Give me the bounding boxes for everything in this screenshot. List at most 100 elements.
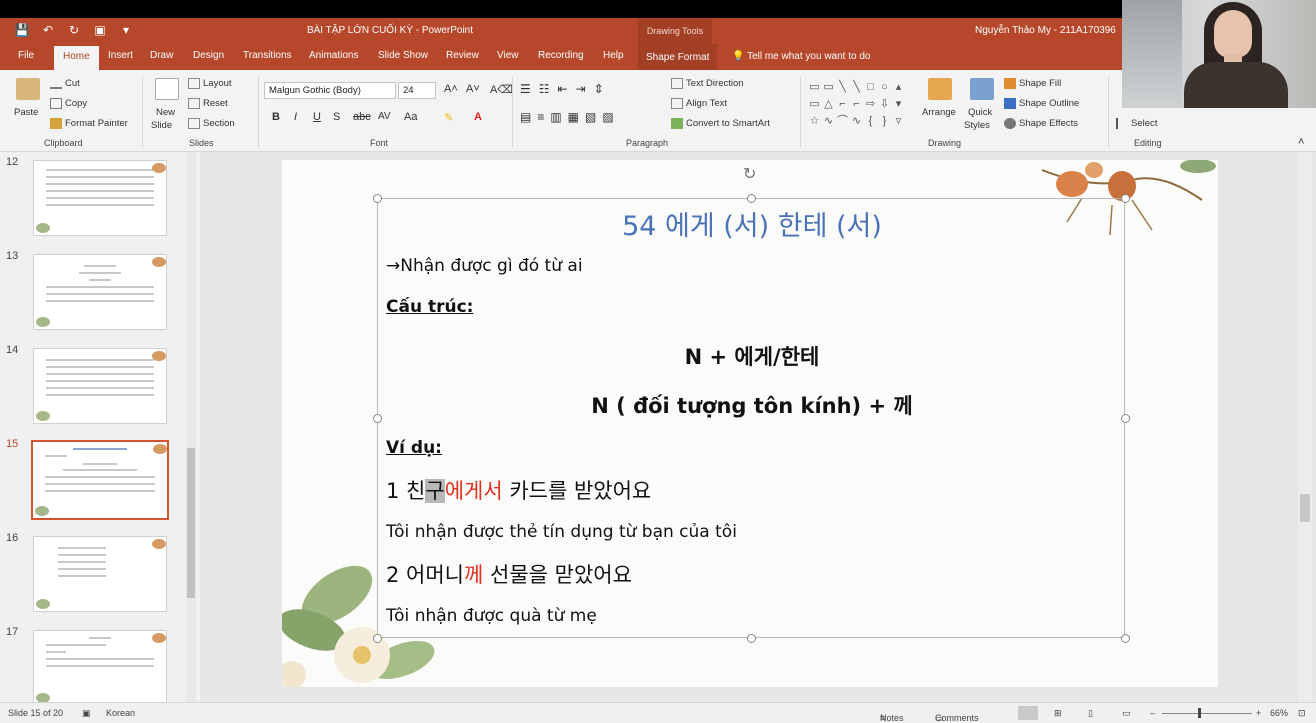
resize-handle[interactable] <box>1121 194 1130 203</box>
reading-view-icon[interactable]: ▯ <box>1088 708 1093 719</box>
resize-handle[interactable] <box>1121 634 1130 643</box>
change-case-icon[interactable]: Aa <box>404 111 417 123</box>
quick-styles-icon[interactable] <box>970 78 994 100</box>
paste-button[interactable]: Paste <box>14 107 38 118</box>
scrollbar-handle[interactable] <box>1300 494 1310 522</box>
tab-animations[interactable]: Animations <box>309 50 358 61</box>
slide-thumbnail-15[interactable] <box>31 440 169 520</box>
slide-thumbnail-14[interactable] <box>33 348 167 424</box>
proofing-icon[interactable]: ▣ <box>82 708 91 719</box>
slide-thumbnail-17[interactable] <box>33 630 167 706</box>
brace-icon[interactable]: } <box>878 113 891 129</box>
increase-font-icon[interactable]: A˄ <box>444 83 458 95</box>
arrow-icon[interactable]: ⇩ <box>878 96 891 112</box>
thumbnail-scrollbar[interactable] <box>186 152 196 702</box>
more-icon[interactable]: ▴ <box>892 79 905 95</box>
fit-to-window-icon[interactable]: ⊡ <box>1298 708 1306 719</box>
tab-review[interactable]: Review <box>446 50 479 61</box>
resize-handle[interactable] <box>373 194 382 203</box>
tab-insert[interactable]: Insert <box>108 50 133 61</box>
rectangle-icon[interactable]: □ <box>864 79 877 95</box>
tab-file[interactable]: File <box>18 50 34 61</box>
alignment-buttons-icon[interactable]: ▤≡▥▦▧▨ <box>520 110 620 124</box>
reset-button[interactable]: Reset <box>188 98 228 109</box>
new-slide-icon[interactable] <box>155 78 179 100</box>
rectangle-icon[interactable]: ▭ <box>808 96 821 112</box>
rectangle-icon[interactable]: ▭ <box>808 79 821 95</box>
star-icon[interactable]: ☆ <box>808 113 821 129</box>
shape-fill-button[interactable]: Shape Fill <box>1004 78 1061 89</box>
zoom-out-icon[interactable]: – <box>1150 708 1155 718</box>
line-icon[interactable]: ╲ <box>850 79 863 95</box>
expand-icon[interactable]: ▿ <box>892 113 905 129</box>
bold-icon[interactable]: B <box>272 111 280 123</box>
zoom-slider[interactable] <box>1162 713 1252 714</box>
list-buttons-icon[interactable]: ☰☷⇤⇥⇕ <box>520 82 612 96</box>
slide-sorter-icon[interactable]: ⊞ <box>1054 708 1062 719</box>
tab-transitions[interactable]: Transitions <box>243 50 292 61</box>
slideshow-view-icon[interactable]: ▭ <box>1122 708 1131 719</box>
copy-button[interactable]: Copy <box>50 98 87 109</box>
slide-thumbnail-16[interactable] <box>33 536 167 612</box>
scrollbar-handle[interactable] <box>187 448 195 598</box>
content-textbox[interactable]: ↻ 54 에게 (서) 한테 (서) →Nhận được gì đó từ a… <box>373 166 1130 643</box>
slide-scrollbar[interactable] <box>1298 152 1312 702</box>
slide-thumbnail-13[interactable] <box>33 254 167 330</box>
new-slide-label[interactable]: New <box>156 107 175 118</box>
layout-button[interactable]: Layout <box>188 78 232 89</box>
zoom-slider-thumb[interactable] <box>1198 708 1201 718</box>
zoom-level[interactable]: 66% <box>1270 708 1288 718</box>
paste-icon[interactable] <box>16 78 40 100</box>
tab-recording[interactable]: Recording <box>538 50 584 61</box>
tab-draw[interactable]: Draw <box>150 50 173 61</box>
user-name[interactable]: Nguyễn Thảo My - 211A170396 <box>975 25 1116 36</box>
connector-icon[interactable]: ⌐ <box>850 96 863 112</box>
curve-icon[interactable]: ⌒ <box>836 113 849 129</box>
circle-icon[interactable]: ○ <box>878 79 891 95</box>
shape-outline-button[interactable]: Shape Outline <box>1004 98 1079 109</box>
slide-thumbnail-12[interactable] <box>33 160 167 236</box>
new-slide-label-2[interactable]: Slide <box>151 120 172 131</box>
curve-icon[interactable]: ∿ <box>850 113 863 129</box>
resize-handle[interactable] <box>747 194 756 203</box>
tab-help[interactable]: Help <box>603 50 624 61</box>
text-direction-button[interactable]: Text Direction <box>671 78 744 89</box>
shape-effects-button[interactable]: Shape Effects <box>1004 118 1078 129</box>
char-spacing-icon[interactable]: AV <box>378 111 391 122</box>
normal-view-icon[interactable] <box>1018 706 1038 720</box>
rotate-handle-icon[interactable]: ↻ <box>743 164 756 184</box>
quick-styles-label[interactable]: Quick <box>968 107 992 118</box>
font-size-dropdown[interactable]: 24 <box>398 82 436 99</box>
language-indicator[interactable]: Korean <box>106 708 135 718</box>
strikethrough-icon[interactable]: abc <box>353 111 371 123</box>
rectangle-icon[interactable]: ▭ <box>822 79 835 95</box>
section-button[interactable]: Section <box>188 118 235 129</box>
tab-home[interactable]: Home <box>54 46 99 70</box>
tab-shape-format[interactable]: Shape Format <box>638 44 718 70</box>
arrange-icon[interactable] <box>928 78 952 100</box>
slide-canvas[interactable]: ↻ 54 에게 (서) 한테 (서) →Nhận được gì đó từ a… <box>282 160 1218 687</box>
font-color-icon[interactable]: A <box>474 111 482 123</box>
shapes-gallery[interactable]: ▭ ▭ ╲ ╲ □ ○ ▴ ▭ △ ⌐ ⌐ ⇨ ⇩ ▾ ☆ ∿ ⌒ ∿{} ▿ <box>808 79 908 131</box>
tab-slide-show[interactable]: Slide Show <box>378 50 428 61</box>
triangle-icon[interactable]: △ <box>822 96 835 112</box>
brace-icon[interactable]: { <box>864 113 877 129</box>
tab-design[interactable]: Design <box>193 50 224 61</box>
quick-styles-label-2[interactable]: Styles <box>964 120 990 131</box>
shadow-icon[interactable]: S <box>333 111 340 123</box>
resize-handle[interactable] <box>373 634 382 643</box>
arrange-label[interactable]: Arrange <box>922 107 956 118</box>
tell-me-search[interactable]: 💡 Tell me what you want to do <box>732 51 870 62</box>
resize-handle[interactable] <box>747 634 756 643</box>
clear-format-icon[interactable]: A⌫ <box>490 83 513 96</box>
more-icon[interactable]: ▾ <box>892 96 905 112</box>
align-text-button[interactable]: Align Text <box>671 98 727 109</box>
select-button[interactable]: Select <box>1116 118 1157 129</box>
format-painter-button[interactable]: Format Painter <box>50 118 128 129</box>
decrease-font-icon[interactable]: A˅ <box>466 83 480 95</box>
zoom-in-icon[interactable]: + <box>1256 708 1261 718</box>
arrow-icon[interactable]: ⇨ <box>864 96 877 112</box>
underline-icon[interactable]: U <box>313 111 321 123</box>
collapse-ribbon-icon[interactable]: ˄ <box>1298 136 1304 148</box>
font-name-dropdown[interactable]: Malgun Gothic (Body) <box>264 82 396 99</box>
